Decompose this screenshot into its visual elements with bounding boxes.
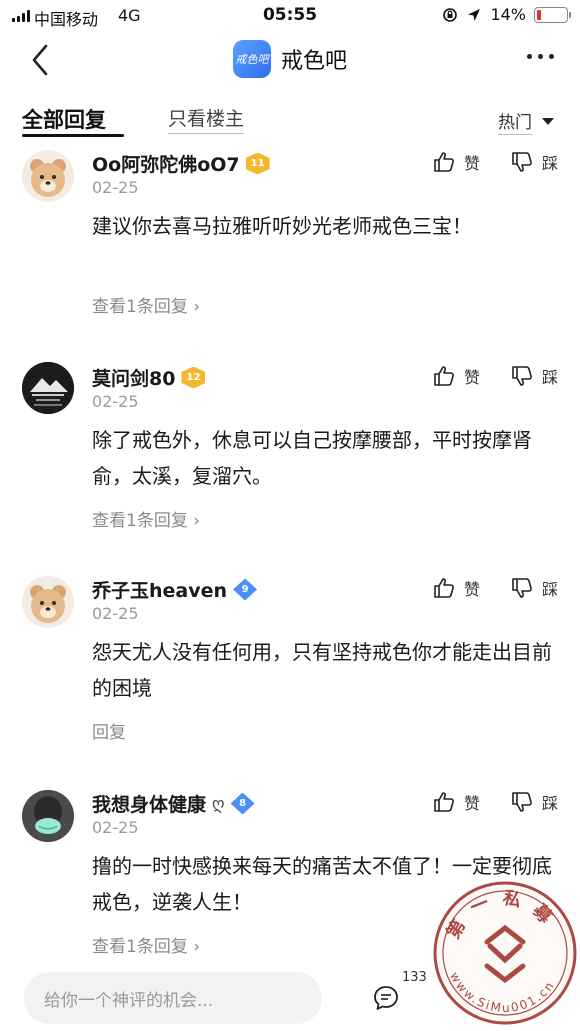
- like-label: 赞: [463, 154, 480, 173]
- sort-dropdown[interactable]: 热门: [498, 108, 554, 135]
- bear-avatar-icon: [30, 159, 66, 197]
- username[interactable]: Oo阿弥陀佛oO7: [92, 150, 240, 177]
- comment-actions: 赞 踩: [432, 790, 558, 814]
- like-label: 赞: [463, 368, 480, 387]
- username-row: 莫问剑80 12: [92, 364, 206, 391]
- tab-all-replies[interactable]: 全部回复: [22, 104, 106, 134]
- dislike-label: 踩: [541, 794, 558, 813]
- username[interactable]: 乔子玉heaven: [92, 576, 227, 603]
- more-dots-icon[interactable]: [527, 54, 554, 59]
- battery-percent: 14%: [490, 5, 526, 24]
- tab-op-only[interactable]: 只看楼主: [168, 104, 245, 134]
- username-decoration: ღ: [212, 794, 225, 813]
- thumbs-down-icon: [512, 578, 532, 598]
- thumbs-up-icon: [434, 152, 454, 172]
- level-badge: 9: [233, 578, 258, 601]
- dislike-button[interactable]: 踩: [510, 364, 558, 388]
- comment-bubble-icon[interactable]: [372, 984, 400, 1012]
- thumbs-down-icon: [512, 152, 532, 172]
- nav-bar: 戒色吧 戒色吧: [0, 32, 580, 88]
- active-tab-indicator: [22, 134, 124, 137]
- thumbs-down-icon: [512, 792, 532, 812]
- like-label: 赞: [463, 794, 480, 813]
- forum-title: 戒色吧: [280, 49, 347, 74]
- comment-item: 莫问剑80 12 02-25 赞 踩 除了戒色外，休息可以自己按摩腰部，平时按摩…: [0, 356, 580, 556]
- location-arrow-icon: [468, 8, 481, 21]
- comment-content: 建议你去喜马拉雅听听妙光老师戒色三宝！: [92, 214, 472, 238]
- avatar[interactable]: [22, 362, 74, 414]
- reply-link[interactable]: 回复: [92, 718, 126, 743]
- dislike-label: 踩: [541, 368, 558, 387]
- avatar[interactable]: [22, 150, 74, 202]
- username[interactable]: 莫问剑80: [92, 364, 175, 391]
- status-bar: 中国移动 4G 05:55 14%: [0, 0, 580, 32]
- level-badge: 8: [230, 792, 255, 815]
- comment-item: Oo阿弥陀佛oO7 11 02-25 赞 踩 建议你去喜马拉雅听听妙光老师戒色三…: [0, 146, 580, 346]
- thumbs-up-icon: [434, 366, 454, 386]
- thumbs-up-icon: [434, 578, 454, 598]
- comment-item: 乔子玉heaven 9 02-25 赞 踩 怨天尤人没有任何用，只有坚持戒色你才…: [0, 570, 580, 770]
- username[interactable]: 我想身体健康: [92, 790, 206, 817]
- status-right: 14%: [442, 5, 571, 24]
- battery-icon: [534, 6, 571, 23]
- masked-person-avatar-icon: [22, 790, 74, 842]
- like-button[interactable]: 赞: [432, 790, 480, 814]
- view-replies-link[interactable]: 查看1条回复 ›: [92, 506, 200, 531]
- thumbs-up-icon: [434, 792, 454, 812]
- dislike-button[interactable]: 踩: [510, 790, 558, 814]
- avatar[interactable]: [22, 576, 74, 628]
- level-badge: 11: [245, 152, 270, 175]
- forum-header[interactable]: 戒色吧 戒色吧: [0, 40, 580, 78]
- bear-avatar-icon: [30, 585, 66, 623]
- username-row: 乔子玉heaven 9: [92, 576, 258, 603]
- comment-content: 怨天尤人没有任何用，只有坚持戒色你才能走出目前的困境: [92, 640, 552, 700]
- like-button[interactable]: 赞: [432, 364, 480, 388]
- comment-actions: 赞 踩: [432, 364, 558, 388]
- sort-label: 热门: [498, 108, 532, 135]
- comment-count: 133: [402, 970, 427, 985]
- view-replies-link[interactable]: 查看1条回复 ›: [92, 932, 200, 957]
- comment-actions: 赞 踩: [432, 576, 558, 600]
- dislike-label: 踩: [541, 580, 558, 599]
- comment-date: 02-25: [92, 178, 139, 197]
- forum-logo: 戒色吧: [232, 40, 271, 78]
- dislike-button[interactable]: 踩: [510, 150, 558, 174]
- battery-fill: [537, 9, 541, 20]
- comment-input[interactable]: 给你一个神评的机会...: [24, 972, 322, 1024]
- mountain-avatar-icon: [22, 362, 74, 414]
- avatar[interactable]: [22, 790, 74, 842]
- username-row: 我想身体健康 ღ 8: [92, 790, 255, 817]
- comment-date: 02-25: [92, 392, 139, 411]
- dislike-label: 踩: [541, 154, 558, 173]
- view-replies-link[interactable]: 查看1条回复 ›: [92, 292, 200, 317]
- like-button[interactable]: 赞: [432, 576, 480, 600]
- comment-list: Oo阿弥陀佛oO7 11 02-25 赞 踩 建议你去喜马拉雅听听妙光老师戒色三…: [0, 146, 580, 964]
- reply-tabs: 全部回复 只看楼主 热门: [0, 100, 580, 144]
- dislike-button[interactable]: 踩: [510, 576, 558, 600]
- lock-rotation-icon: [443, 7, 458, 22]
- like-button[interactable]: 赞: [432, 150, 480, 174]
- like-label: 赞: [463, 580, 480, 599]
- comment-content: 除了戒色外，休息可以自己按摩腰部，平时按摩肾俞，太溪，复溜穴。: [92, 428, 532, 488]
- username-row: Oo阿弥陀佛oO7 11: [92, 150, 270, 177]
- level-badge: 12: [181, 366, 206, 389]
- comment-date: 02-25: [92, 604, 139, 623]
- comment-input-placeholder: 给你一个神评的机会...: [44, 990, 214, 1011]
- caret-down-icon: [542, 118, 554, 125]
- comment-date: 02-25: [92, 818, 139, 837]
- thumbs-down-icon: [512, 366, 532, 386]
- comment-actions: 赞 踩: [432, 150, 558, 174]
- watermark-seal: 第一私募 www.SiMu001.cn: [433, 881, 577, 1025]
